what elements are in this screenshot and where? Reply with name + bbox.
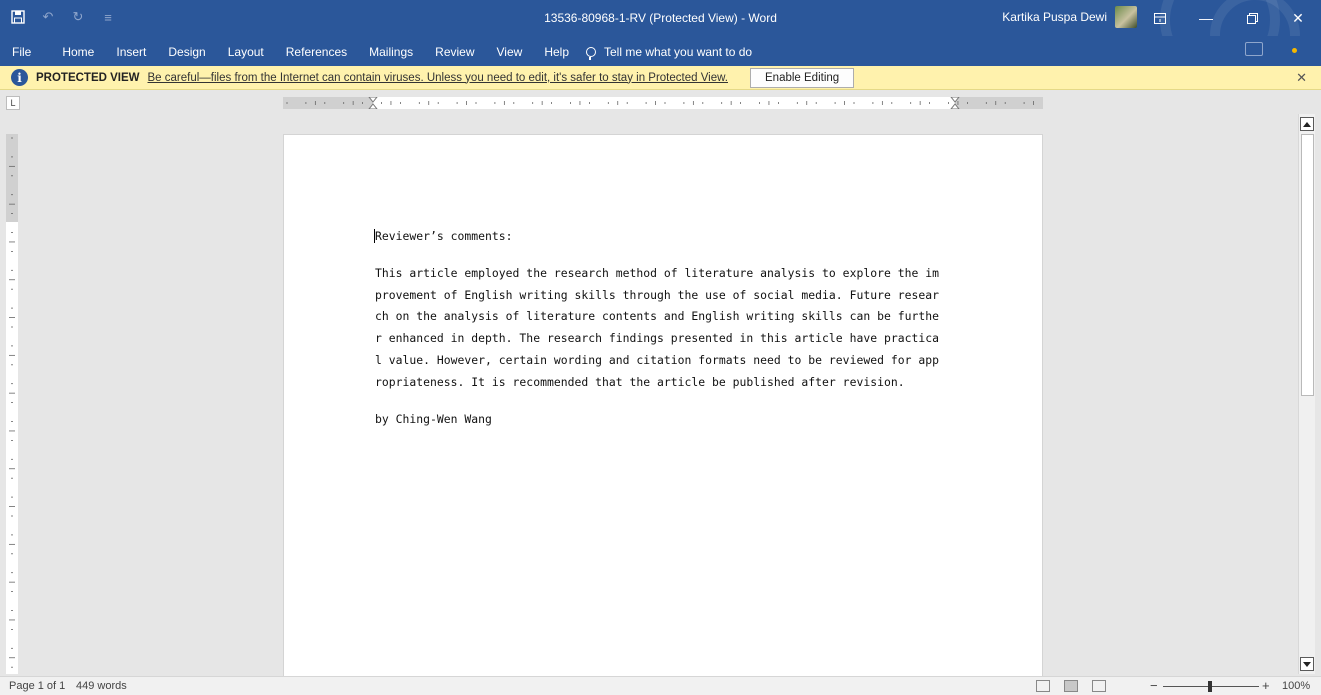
document-byline[interactable]: by Ching-Wen Wang [375, 410, 957, 428]
tab-file[interactable]: File [12, 44, 51, 60]
zoom-level[interactable]: 100% [1282, 680, 1310, 692]
tab-review[interactable]: Review [424, 44, 485, 60]
info-icon: i [11, 69, 28, 86]
web-layout-icon[interactable] [1092, 680, 1106, 692]
status-bar: Page 1 of 1 449 words − + 100% [0, 676, 1321, 695]
window-controls: — ✕ [1137, 0, 1321, 36]
body-line[interactable]: This article employed the research metho… [375, 263, 957, 285]
minimize-icon[interactable]: — [1183, 0, 1229, 36]
zoom-in-button[interactable]: + [1262, 678, 1270, 693]
tab-mailings[interactable]: Mailings [358, 44, 424, 60]
body-line[interactable]: r enhanced in depth. The research findin… [375, 328, 957, 350]
arrow-down-icon [1303, 661, 1311, 667]
restore-icon[interactable] [1229, 0, 1275, 36]
vertical-ruler[interactable] [6, 134, 18, 674]
body-line[interactable]: provement of English writing skills thro… [375, 285, 957, 307]
tab-references[interactable]: References [275, 44, 358, 60]
tab-design[interactable]: Design [157, 44, 216, 60]
ruler-marks [9, 137, 15, 668]
left-indent-marker[interactable] [368, 97, 378, 109]
tab-view[interactable]: View [486, 44, 534, 60]
tell-me-text[interactable]: Tell me what you want to do [604, 45, 752, 59]
enable-editing-button[interactable]: Enable Editing [750, 67, 855, 88]
document-page[interactable]: Reviewer’s comments: This article employ… [283, 134, 1043, 679]
tell-me-box[interactable]: Tell me what you want to do [586, 44, 752, 60]
user-name[interactable]: Kartika Puspa Dewi [1002, 10, 1107, 24]
comments-icon[interactable] [1245, 42, 1263, 56]
scroll-up-button[interactable] [1300, 117, 1314, 131]
close-icon[interactable]: ✕ [1275, 0, 1321, 36]
arrow-up-icon [1303, 121, 1311, 127]
tab-selector[interactable]: L [6, 96, 20, 110]
protected-view-bar: i PROTECTED VIEW Be careful—files from t… [0, 66, 1321, 90]
close-icon[interactable]: ✕ [1296, 70, 1307, 86]
document-body[interactable]: This article employed the research metho… [375, 263, 957, 393]
document-heading[interactable]: Reviewer’s comments: [375, 227, 957, 245]
avatar[interactable] [1115, 6, 1137, 28]
view-buttons [1036, 680, 1106, 692]
tab-layout[interactable]: Layout [217, 44, 275, 60]
page-count[interactable]: Page 1 of 1 [9, 680, 65, 692]
account-area[interactable]: Kartika Puspa Dewi [1002, 6, 1137, 28]
text-cursor [374, 229, 375, 243]
body-line[interactable]: ropriateness. It is recommended that the… [375, 372, 957, 394]
protected-view-message-link[interactable]: Be careful—files from the Internet can c… [148, 72, 728, 84]
tab-insert[interactable]: Insert [105, 44, 157, 60]
scroll-thumb[interactable] [1301, 134, 1314, 396]
word-count[interactable]: 449 words [76, 680, 127, 692]
zoom-slider-thumb[interactable] [1208, 681, 1212, 692]
tab-help[interactable]: Help [533, 44, 580, 60]
ruler-marks [286, 97, 1034, 109]
body-line[interactable]: ch on the analysis of literature content… [375, 306, 957, 328]
document-content[interactable]: Reviewer’s comments: This article employ… [374, 227, 957, 428]
vertical-scrollbar[interactable] [1298, 114, 1315, 674]
scroll-down-button[interactable] [1300, 657, 1314, 671]
title-bar: ↶ ↻ ≡ 13536-80968-1-RV (Protected View) … [0, 0, 1321, 80]
share-icon[interactable] [1292, 48, 1297, 53]
ribbon-display-options-icon[interactable] [1137, 0, 1183, 36]
print-layout-icon[interactable] [1064, 680, 1078, 692]
protected-view-title: PROTECTED VIEW [36, 71, 140, 84]
word-window: ↶ ↻ ≡ 13536-80968-1-RV (Protected View) … [0, 0, 1321, 695]
ribbon-tabs: File Home Insert Design Layout Reference… [0, 36, 1321, 66]
read-mode-icon[interactable] [1036, 680, 1050, 692]
body-line[interactable]: l value. However, certain wording and ci… [375, 350, 957, 372]
zoom-out-button[interactable]: − [1150, 678, 1158, 693]
horizontal-ruler[interactable] [283, 97, 1043, 109]
lightbulb-icon [586, 47, 596, 60]
tab-home[interactable]: Home [51, 44, 105, 60]
